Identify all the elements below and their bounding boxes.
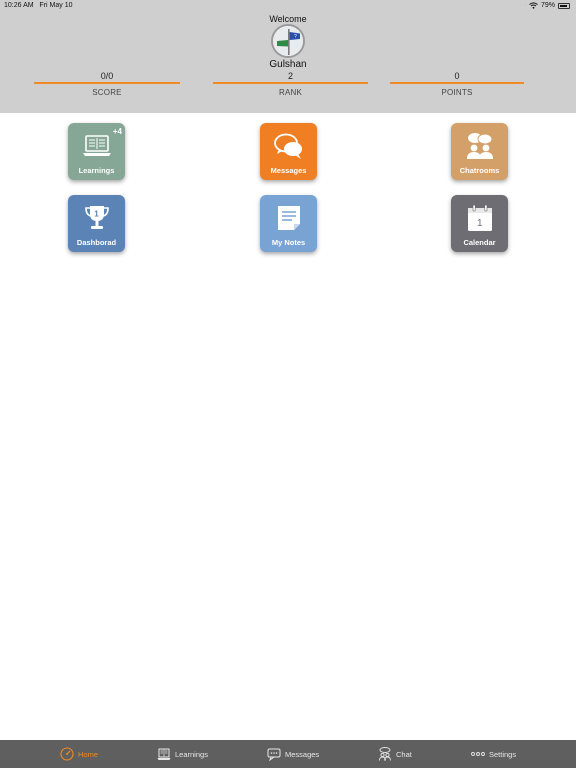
battery-percent: 79% [540,2,555,9]
score-underline [34,82,180,84]
svg-text:1: 1 [477,218,483,229]
tab-messages[interactable]: Messages [267,740,319,768]
tab-learnings[interactable]: Learnings [157,740,208,768]
tab-home[interactable]: Home [60,740,98,768]
status-indicators: · · 79% [519,2,570,9]
people-icon [379,747,391,761]
dashboard-tile[interactable]: 1 Dashborad [68,195,125,252]
calendar-tile[interactable]: 1 Calendar [451,195,508,252]
points-label: POINTS [441,88,473,97]
messages-label: Messages [270,166,307,175]
dots-icon [471,752,485,756]
status-date: Fri May 10 [39,2,73,9]
stat-score: 0/0 SCORE [34,71,180,97]
score-label: SCORE [92,88,122,97]
rank-label: RANK [278,88,303,97]
messages-tile[interactable]: Messages [260,123,317,180]
battery-icon [558,2,570,9]
calendar-label: Calendar [463,238,496,247]
profile-header: 10:26 AM Fri May 10 · · 79% Welcome ? Gu… [0,0,576,113]
chatrooms-label: Chatrooms [459,166,500,175]
status-time-date: 10:26 AM Fri May 10 [4,2,72,9]
avatar[interactable]: ? [271,24,305,58]
calendar-icon: 1 [451,202,508,234]
username: Gulshan [269,59,307,70]
status-time: 10:26 AM [4,2,34,9]
stat-points: 0 POINTS [390,71,524,97]
trophy-icon: 1 [68,202,125,234]
tab-learnings-label: Learnings [175,749,208,759]
learnings-tile[interactable]: +4 Learnings [68,123,125,180]
my-notes-label: My Notes [271,238,306,247]
avatar-image-icon: ? [273,26,303,56]
stat-rank: 2 RANK [213,71,368,97]
message-icon [267,748,281,761]
tab-chat-label: Chat [396,749,412,759]
points-underline [390,82,524,84]
book-icon [157,748,171,760]
score-value: 0/0 [100,71,114,81]
my-notes-tile[interactable]: My Notes [260,195,317,252]
tab-settings[interactable]: Settings [471,740,516,768]
status-bar: 10:26 AM Fri May 10 · · 79% [0,0,576,12]
wifi-icon [529,2,538,9]
tab-bar: Home Learnings Messages Chat Settings [0,740,576,768]
svg-text:?: ? [294,34,297,40]
rank-underline [213,82,368,84]
laptop-book-icon [68,130,125,162]
svg-text:1: 1 [94,210,99,219]
note-icon [260,202,317,234]
tab-messages-label: Messages [285,749,320,759]
tab-chat[interactable]: Chat [378,740,412,768]
dashboard-label: Dashborad [76,238,117,247]
tab-home-label: Home [78,749,99,759]
chat-bubbles-icon [260,130,317,162]
signal-dots-icon: · · [519,2,526,9]
speedometer-icon [60,747,74,761]
chatrooms-tile[interactable]: Chatrooms [451,123,508,180]
learnings-label: Learnings [78,166,115,175]
welcome-text: Welcome [269,14,307,24]
rank-value: 2 [287,71,293,81]
tab-settings-label: Settings [489,749,517,759]
group-chat-icon [451,130,508,162]
points-value: 0 [454,71,460,81]
